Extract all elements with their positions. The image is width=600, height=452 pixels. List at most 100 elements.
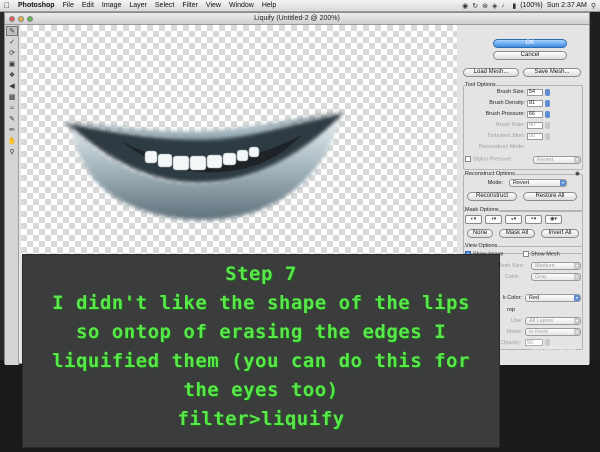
mesh-size-value: Medium [535, 263, 555, 269]
bluetooth-icon[interactable]: ⊛ [482, 2, 488, 10]
forward-warp-tool-icon[interactable]: ✎ [6, 26, 18, 36]
liquify-toolbox: ✎ ✓ ⟳ ▣ ❖ ◀ ▩ ≈ ✎ ✏ ✋ ⚲ [5, 25, 19, 365]
close-window-button[interactable] [9, 16, 15, 22]
brush-density-label: Brush Density: [489, 100, 525, 106]
menu-image[interactable]: Image [98, 2, 125, 9]
menu-photoshop[interactable]: Photoshop [14, 2, 59, 9]
subtract-from-selection-icon[interactable]: ◒▾ [505, 215, 522, 224]
spotlight-icon[interactable]: ⚲ [591, 2, 596, 10]
mask-options-title: Mask Options [465, 207, 499, 213]
window-controls [9, 16, 33, 22]
sync-icon[interactable]: ↻ [472, 2, 478, 10]
turbulent-jitter-row: Turbulent Jitter: 50 [457, 133, 577, 140]
apple-menu-icon[interactable]:  [0, 1, 14, 10]
caption-step-title: Step 7 [225, 263, 297, 285]
liquify-canvas[interactable] [21, 25, 457, 257]
mirror-tool-icon[interactable]: ▩ [6, 92, 18, 102]
backdrop-opacity-input: 50 [525, 339, 543, 346]
brush-size-row: Brush Size: 54 [457, 89, 577, 96]
reconstruct-mode-dropdown: Revert ▾ [533, 156, 581, 164]
source-file-label: sourceimage.jpg [531, 346, 576, 352]
minimize-window-button[interactable] [18, 16, 24, 22]
freeze-mask-tool-icon[interactable]: ✎ [6, 114, 18, 124]
brush-size-input[interactable]: 54 [527, 89, 543, 96]
invert-all-button[interactable]: Invert All [541, 229, 579, 238]
ok-button[interactable]: OK [493, 39, 567, 48]
push-left-tool-icon[interactable]: ◀ [6, 81, 18, 91]
volume-icon[interactable]: ♩ [501, 2, 508, 9]
restore-all-button[interactable]: Restore All [523, 192, 577, 201]
tool-options-title: Tool Options [465, 82, 496, 88]
brush-rate-row: Brush Rate: 40 [457, 122, 577, 129]
brush-density-input[interactable]: 81 [527, 100, 543, 107]
backdrop-opacity-stepper [545, 339, 550, 346]
status-icon[interactable]: ◉ [462, 2, 468, 10]
chevron-down-icon: ▾ [574, 318, 580, 324]
menu-view[interactable]: View [202, 2, 225, 9]
show-mesh-label: Show Mesh [531, 251, 560, 258]
replace-selection-icon[interactable]: ◐▾ [465, 215, 482, 224]
menu-window[interactable]: Window [225, 2, 258, 9]
zoom-window-button[interactable] [27, 16, 33, 22]
clock[interactable]: Sun 2:37 AM [547, 2, 587, 9]
zoom-tool-icon[interactable]: ⚲ [6, 147, 18, 157]
window-title: Liquify (Untitled-2 @ 200%) [254, 15, 340, 22]
brush-pressure-label: Brush Pressure: [485, 111, 525, 117]
menu-extras: ◉ ↻ ⊛ ◈ ♩ ▮ (100%) Sun 2:37 AM ⚲ [462, 2, 600, 10]
pucker-tool-icon[interactable]: ▣ [6, 59, 18, 69]
brush-pressure-stepper[interactable] [545, 111, 550, 118]
mask-color-dropdown[interactable]: Red ▾ [525, 294, 581, 302]
stylus-pressure-checkbox: Stylus Pressure [465, 156, 512, 162]
save-mesh-button[interactable]: Save Mesh... [523, 68, 581, 77]
add-to-selection-icon[interactable]: ◑▾ [485, 215, 502, 224]
bloat-tool-icon[interactable]: ❖ [6, 70, 18, 80]
caption-line-2: so ontop of erasing the edges I [75, 321, 447, 343]
screenshot-root:  Photoshop File Edit Image Layer Select… [0, 0, 600, 452]
intersect-selection-icon[interactable]: ◓▾ [525, 215, 542, 224]
mask-color-value: Red [529, 295, 540, 301]
window-titlebar: Liquify (Untitled-2 @ 200%) [5, 13, 589, 25]
chevron-down-icon: ▾ [574, 157, 580, 163]
brush-size-stepper[interactable] [545, 89, 550, 96]
mask-none-button[interactable]: None [467, 229, 493, 238]
battery-icon[interactable]: ▮ [512, 2, 516, 10]
thaw-mask-tool-icon[interactable]: ✏ [6, 125, 18, 135]
mask-all-button[interactable]: Mask All [499, 229, 535, 238]
collapse-arrow-icon[interactable]: ◉ [575, 171, 580, 177]
menu-file[interactable]: File [59, 2, 78, 9]
wifi-icon[interactable]: ◈ [492, 2, 497, 10]
invert-selection-icon[interactable]: ◉▾ [545, 215, 562, 224]
reconstruct-mode-label: Reconstruct Mode: [478, 144, 525, 150]
battery-percent: (100%) [520, 2, 543, 9]
mesh-color-value: Gray [535, 274, 547, 280]
backdrop-mode-value: In Front [529, 329, 548, 335]
reconstruct-options-mode-dropdown[interactable]: Revert ▾ [509, 179, 567, 187]
brush-pressure-input[interactable]: 66 [527, 111, 543, 118]
chevron-down-icon: ▾ [574, 263, 580, 269]
twirl-tool-icon[interactable]: ⟳ [6, 48, 18, 58]
brush-density-stepper[interactable] [545, 100, 550, 107]
menu-filter[interactable]: Filter [178, 2, 202, 9]
mesh-size-label: Mesh Size: [497, 263, 525, 269]
reconstruct-button[interactable]: Reconstruct [467, 192, 517, 201]
show-mesh-checkbox[interactable]: Show Mesh [523, 251, 560, 257]
turbulent-jitter-label: Turbulent Jitter: [486, 133, 525, 139]
chevron-down-icon: ▾ [574, 329, 580, 335]
load-mesh-button[interactable]: Load Mesh... [463, 68, 519, 77]
backdrop-mode-dropdown: In Front ▾ [525, 328, 581, 336]
menu-select[interactable]: Select [151, 2, 178, 9]
menu-help[interactable]: Help [258, 2, 280, 9]
turbulent-jitter-stepper [545, 133, 550, 140]
hand-tool-icon[interactable]: ✋ [6, 136, 18, 146]
reconstruct-options-mode-value: Revert [513, 180, 530, 186]
reconstruct-tool-icon[interactable]: ✓ [6, 37, 18, 47]
brush-rate-label: Brush Rate: [495, 122, 525, 128]
brush-rate-input: 40 [527, 122, 543, 129]
menu-layer[interactable]: Layer [125, 2, 151, 9]
tutorial-caption: Step 7 I didn't like the shape of the li… [22, 254, 500, 448]
turbulence-tool-icon[interactable]: ≈ [6, 103, 18, 113]
turbulent-jitter-input: 50 [527, 133, 543, 140]
cancel-button[interactable]: Cancel [493, 51, 567, 60]
mesh-size-dropdown: Medium ▾ [531, 262, 581, 270]
menu-edit[interactable]: Edit [78, 2, 98, 9]
